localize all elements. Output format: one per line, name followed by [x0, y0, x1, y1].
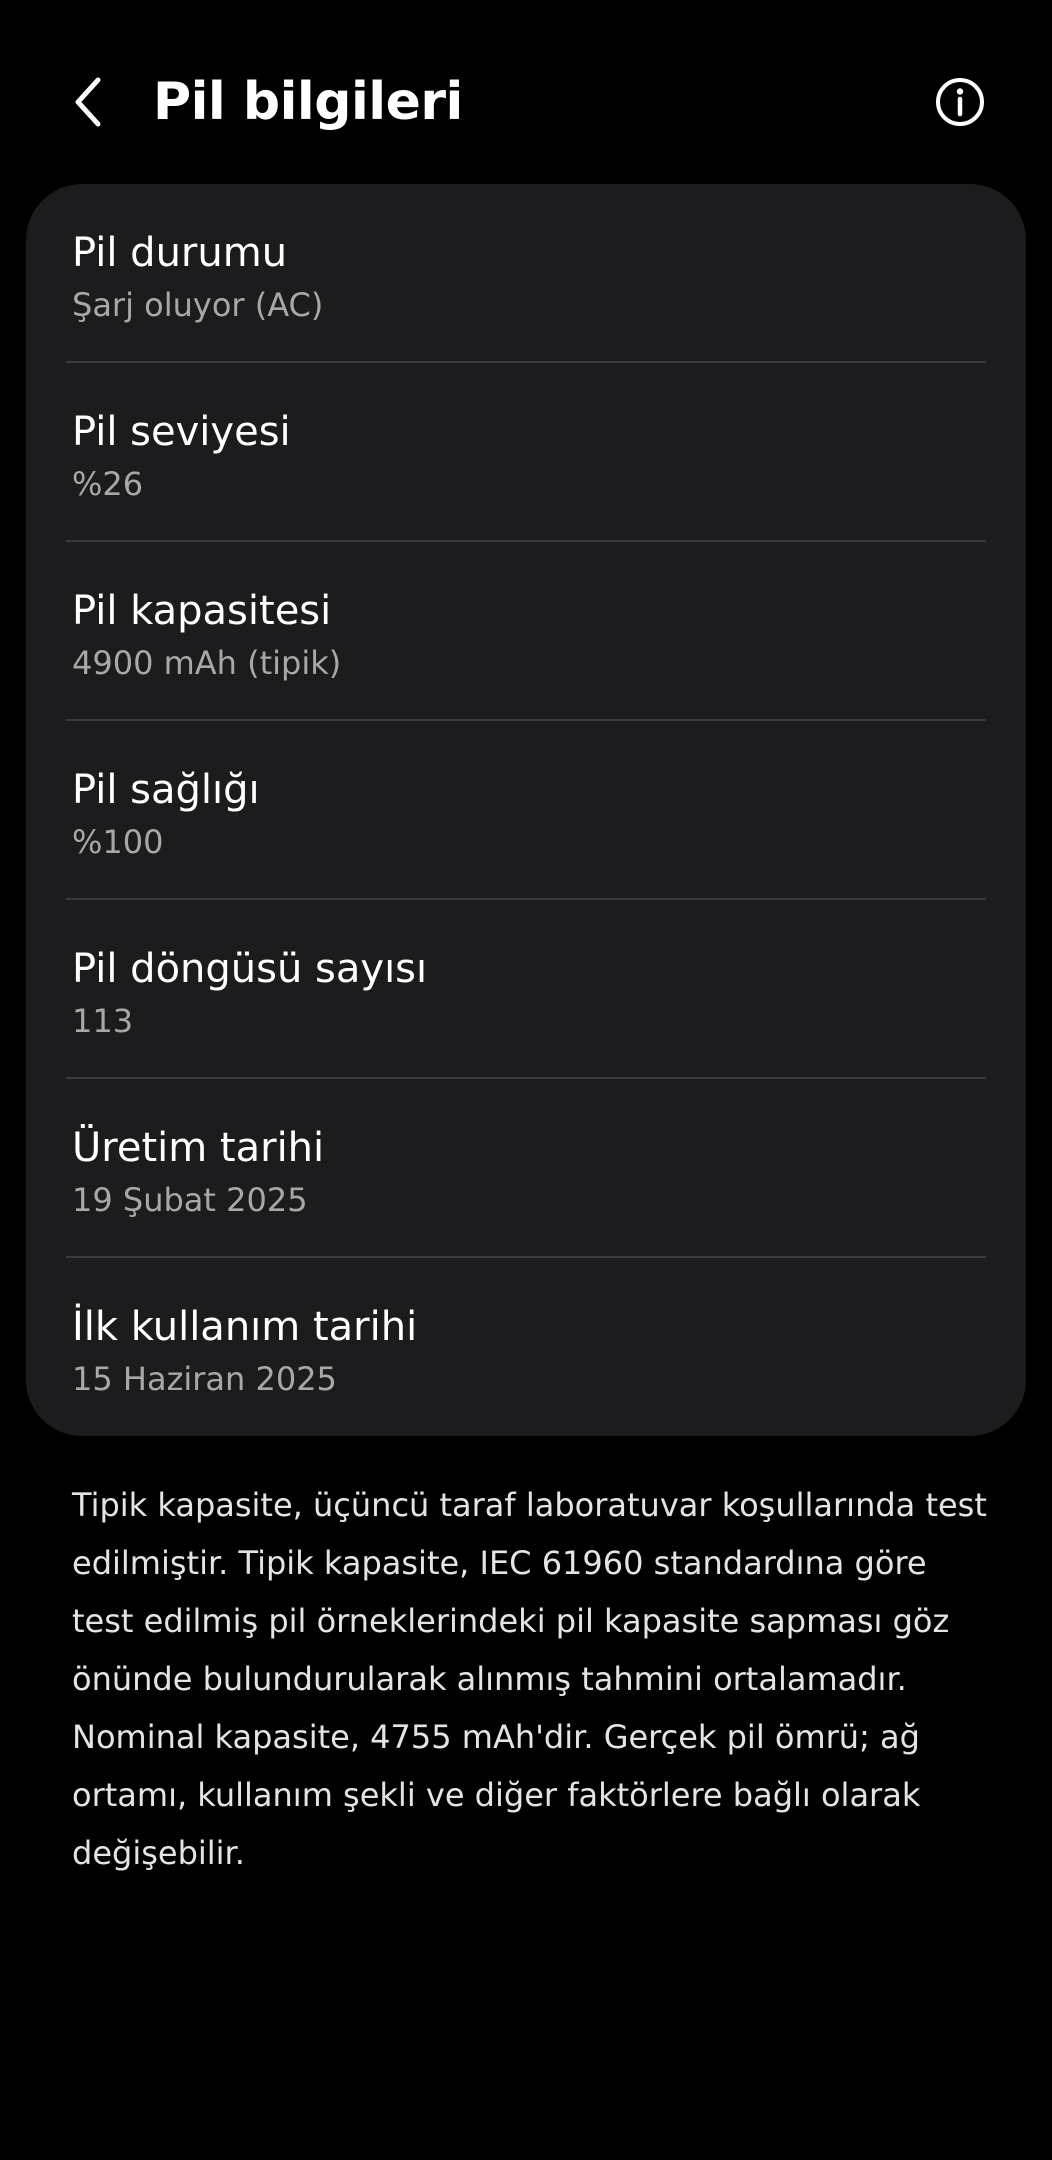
info-circle-icon	[936, 78, 984, 126]
item-value: 4900 mAh (tipik)	[72, 644, 342, 682]
info-button[interactable]	[930, 72, 990, 132]
item-title: Pil döngüsü sayısı	[72, 946, 428, 992]
list-item-cycle-count: Pil döngüsü sayısı 113	[26, 900, 1026, 1079]
list-item-battery-status: Pil durumu Şarj oluyor (AC)	[26, 184, 1026, 363]
item-title: Pil seviyesi	[72, 409, 291, 455]
capacity-footnote: Tipik kapasite, üçüncü taraf laboratuvar…	[72, 1486, 987, 1872]
item-value: %26	[72, 465, 144, 503]
item-value: 113	[72, 1002, 134, 1040]
item-value: %100	[72, 823, 164, 861]
back-button[interactable]	[56, 66, 120, 138]
list-item-battery-level: Pil seviyesi %26	[26, 363, 1026, 542]
chevron-left-icon	[75, 77, 101, 127]
item-title: Üretim tarihi	[72, 1125, 325, 1171]
app-bar: Pil bilgileri	[0, 0, 1052, 190]
page-title: Pil bilgileri	[153, 72, 463, 132]
item-value: Şarj oluyor (AC)	[72, 286, 324, 324]
item-value: 19 Şubat 2025	[72, 1181, 308, 1219]
battery-info-card: Pil durumu Şarj oluyor (AC) Pil seviyesi…	[26, 184, 1026, 1436]
item-title: İlk kullanım tarihi	[72, 1304, 418, 1350]
list-item-first-use-date: İlk kullanım tarihi 15 Haziran 2025	[26, 1258, 1026, 1436]
item-title: Pil kapasitesi	[72, 588, 332, 634]
list-item-manufacture-date: Üretim tarihi 19 Şubat 2025	[26, 1079, 1026, 1258]
list-item-battery-capacity: Pil kapasitesi 4900 mAh (tipik)	[26, 542, 1026, 721]
item-value: 15 Haziran 2025	[72, 1360, 337, 1398]
item-title: Pil durumu	[72, 230, 288, 276]
item-title: Pil sağlığı	[72, 767, 260, 813]
list-item-battery-health: Pil sağlığı %100	[26, 721, 1026, 900]
